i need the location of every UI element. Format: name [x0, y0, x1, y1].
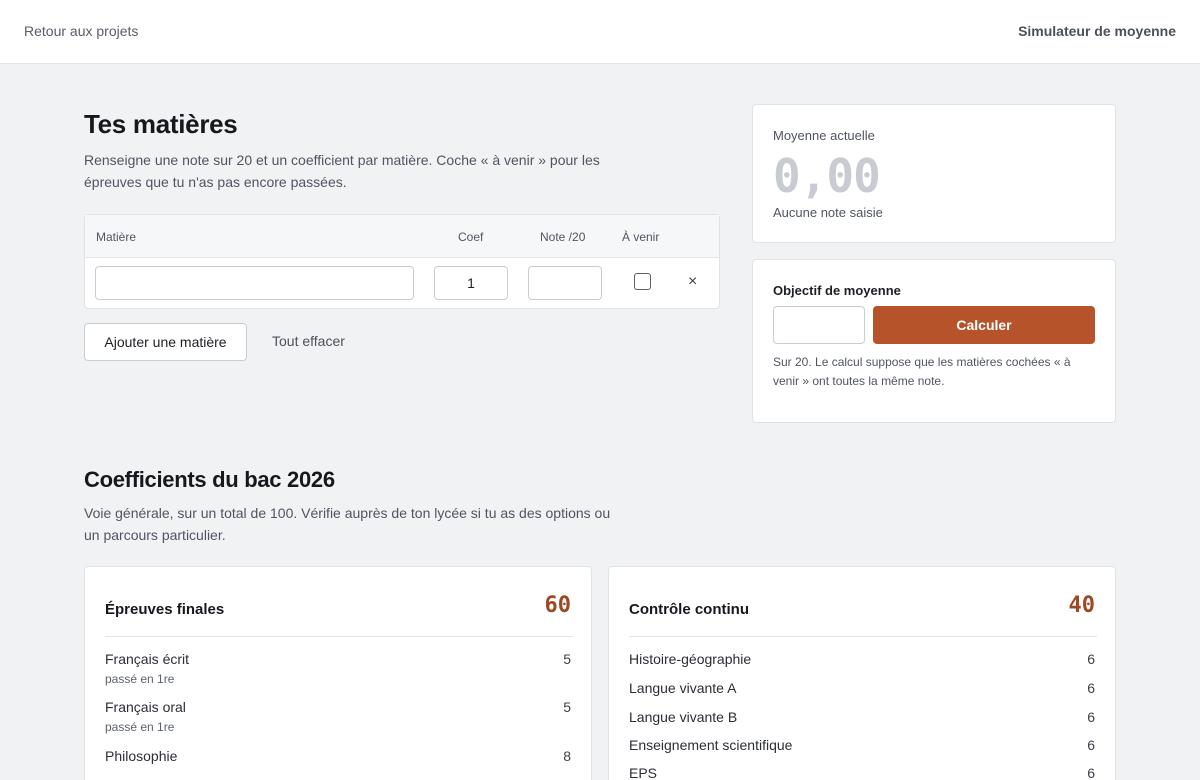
item-name: Histoire-géographie — [629, 651, 752, 667]
final-exams-card: Épreuves finales 60 Français écrit 5 pas… — [84, 566, 592, 780]
divider — [629, 636, 1097, 637]
item-name: Philosophie — [105, 748, 178, 764]
remove-row-icon[interactable]: × — [688, 274, 697, 290]
coefficients-title: Coefficients du bac 2026 — [84, 467, 335, 492]
coef-input[interactable]: 1 — [434, 266, 508, 300]
continuous-assessment-total: 40 — [1068, 593, 1096, 618]
subjects-table: Matière Coef Note /20 À venir 1 × — [84, 214, 720, 309]
continuous-assessment-title: Contrôle continu — [629, 601, 749, 618]
item-coef: 5 — [563, 699, 571, 715]
divider — [105, 636, 573, 637]
list-item: Histoire-géographie 6 — [629, 651, 1097, 667]
item-coef: 6 — [1087, 680, 1095, 696]
item-coef: 8 — [563, 748, 571, 764]
goal-input[interactable] — [773, 306, 865, 344]
item-coef: 5 — [563, 651, 571, 667]
average-value: 0,00 — [773, 149, 881, 203]
grade-input[interactable] — [528, 266, 602, 300]
subjects-description: Renseigne une note sur 20 et un coeffici… — [84, 152, 600, 190]
list-item: Philosophie 8 — [105, 748, 573, 764]
top-bar: Retour aux projets Simulateur de moyenne — [0, 0, 1200, 64]
list-item: Langue vivante B 6 — [629, 709, 1097, 725]
clear-all-button[interactable]: Tout effacer — [272, 333, 345, 349]
average-card: Moyenne actuelle 0,00 Aucune note saisie — [752, 104, 1116, 243]
item-name: Français écrit — [105, 651, 190, 667]
coefficients-description: Voie générale, sur un total de 100. Véri… — [84, 505, 611, 543]
item-coef: 6 — [1087, 765, 1095, 780]
goal-note: Sur 20. Le calcul suppose que les matièr… — [773, 355, 1071, 388]
column-header-a-venir: À venir — [622, 230, 660, 244]
column-header-coef: Coef — [458, 230, 484, 244]
item-coef: 6 — [1087, 651, 1095, 667]
a-venir-checkbox[interactable] — [634, 273, 651, 290]
average-status: Aucune note saisie — [773, 205, 883, 220]
list-item: Enseignement scientifique 6 — [629, 737, 1097, 753]
final-exams-title: Épreuves finales — [105, 601, 225, 618]
column-header-matiere: Matière — [96, 230, 137, 244]
subjects-table-header: Matière Coef Note /20 À venir — [85, 215, 719, 258]
list-item: Français écrit 5 passé en 1re — [105, 651, 573, 686]
column-header-note: Note /20 — [540, 230, 586, 244]
list-item: EPS 6 — [629, 765, 1097, 780]
item-name: Enseignement scientifique — [629, 737, 793, 753]
item-note: passé en 1re — [105, 720, 175, 734]
subject-name-input[interactable] — [95, 266, 414, 300]
goal-label: Objectif de moyenne — [773, 283, 901, 298]
back-to-projects-link[interactable]: Retour aux projets — [24, 23, 138, 39]
item-name: EPS — [629, 765, 658, 780]
item-name: Langue vivante A — [629, 680, 737, 696]
continuous-assessment-card: Contrôle continu 40 Histoire-géographie … — [608, 566, 1116, 780]
calculate-button[interactable]: Calculer — [873, 306, 1095, 344]
goal-card: Objectif de moyenne Calculer Sur 20. Le … — [752, 259, 1116, 423]
item-coef: 6 — [1087, 737, 1095, 753]
item-name: Langue vivante B — [629, 709, 738, 725]
final-exams-total: 60 — [544, 593, 572, 618]
item-name: Français oral — [105, 699, 186, 715]
list-item: Français oral 5 passé en 1re — [105, 699, 573, 734]
add-subject-button[interactable]: Ajouter une matière — [84, 323, 247, 361]
subjects-title: Tes matières — [84, 109, 238, 139]
item-note: passé en 1re — [105, 672, 175, 686]
average-label: Moyenne actuelle — [773, 128, 875, 143]
item-coef: 6 — [1087, 709, 1095, 725]
app-title: Simulateur de moyenne — [1018, 23, 1176, 39]
list-item: Langue vivante A 6 — [629, 680, 1097, 696]
